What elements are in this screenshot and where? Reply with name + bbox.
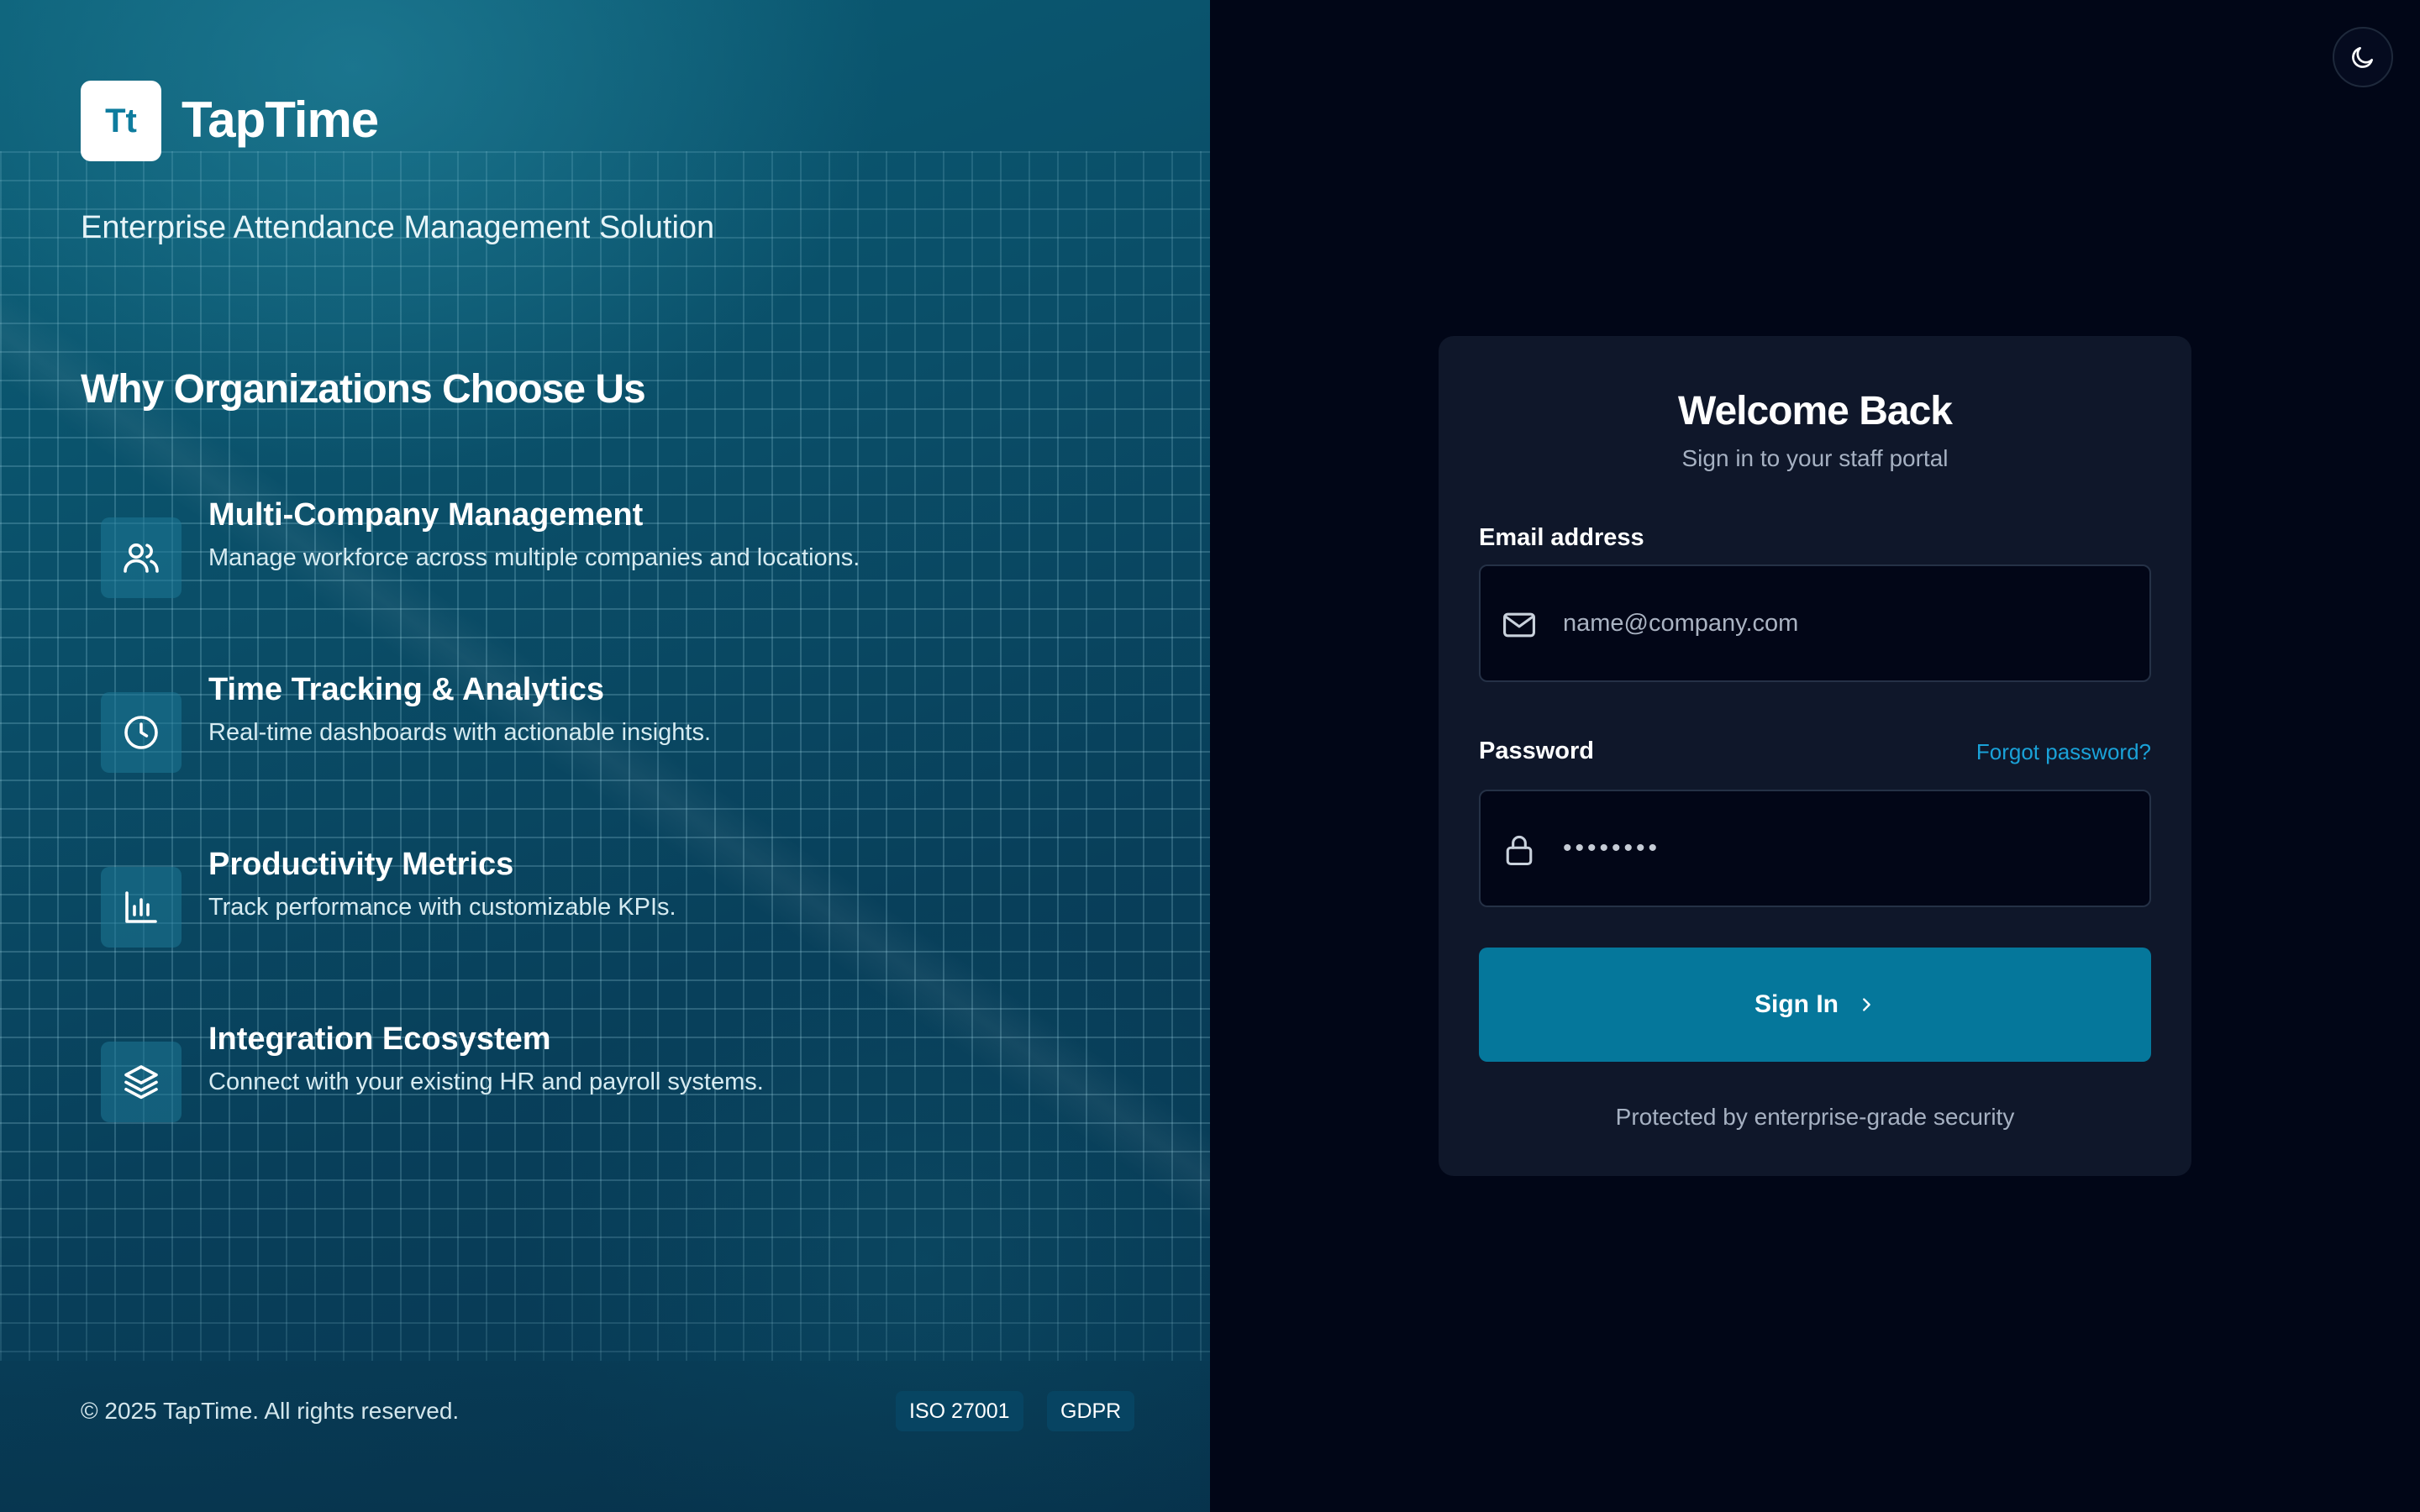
login-title: Welcome Back: [1678, 389, 1953, 433]
mail-icon: [1503, 612, 1535, 638]
feature-description: Manage workforce across multiple compani…: [208, 544, 860, 571]
login-subtitle: Sign in to your staff portal: [1681, 445, 1949, 471]
brand-tagline: Enterprise Attendance Management Solutio…: [81, 210, 715, 245]
chevron-right-icon: [1863, 998, 1870, 1011]
feature-title: Integration Ecosystem: [208, 1021, 551, 1057]
login-card: Welcome Back Sign in to your staff porta…: [1439, 336, 2191, 1176]
feature-title: Time Tracking & Analytics: [208, 672, 604, 707]
logo-mark: Tt: [81, 81, 161, 161]
brand-name: TapTime: [182, 92, 379, 148]
copyright-text: © 2025 TapTime. All rights reserved.: [81, 1398, 460, 1424]
feature-description: Real-time dashboards with actionable ins…: [208, 719, 712, 746]
feature-title: Productivity Metrics: [208, 847, 514, 882]
email-field[interactable]: name@company.com: [1479, 564, 2151, 682]
moon-icon: [2352, 47, 2373, 68]
footer-band: [0, 1361, 1210, 1512]
feature-title: Multi-Company Management: [208, 497, 644, 533]
email-label: Email address: [1479, 524, 1644, 551]
clock-icon: [101, 692, 182, 773]
sign-in-button[interactable]: Sign In: [1479, 948, 2151, 1062]
brand-panel: Tt TapTime Enterprise Attendance Managem…: [0, 0, 1210, 1512]
lock-icon: [1506, 835, 1533, 866]
users-icon: [101, 517, 182, 598]
feature-item: Productivity Metrics Track performance w…: [81, 847, 1089, 948]
password-value: ••••••••: [1563, 834, 1661, 862]
badge-gdpr: GDPR: [1047, 1391, 1135, 1431]
password-label: Password: [1479, 738, 1594, 764]
sign-in-label: Sign In: [1754, 990, 1839, 1018]
feature-description: Track performance with customizable KPIs…: [208, 894, 676, 921]
feature-description: Connect with your existing HR and payrol…: [208, 1068, 764, 1095]
badge-iso: ISO 27001: [896, 1391, 1023, 1431]
email-placeholder: name@company.com: [1563, 609, 1799, 637]
forgot-password-link[interactable]: Forgot password?: [1976, 739, 2151, 765]
theme-toggle-button[interactable]: [2333, 27, 2393, 87]
feature-item: Integration Ecosystem Connect with your …: [81, 1021, 1089, 1122]
logo-initials: Tt: [105, 102, 137, 139]
layers-icon: [101, 1042, 182, 1122]
feature-item: Multi-Company Management Manage workforc…: [81, 497, 1089, 598]
password-field[interactable]: ••••••••: [1479, 790, 2151, 907]
bar-chart-icon: [101, 867, 182, 948]
features-heading: Why Organizations Choose Us: [81, 367, 646, 412]
feature-item: Time Tracking & Analytics Real-time dash…: [81, 672, 1089, 773]
security-note: Protected by enterprise-grade security: [1615, 1104, 2015, 1130]
